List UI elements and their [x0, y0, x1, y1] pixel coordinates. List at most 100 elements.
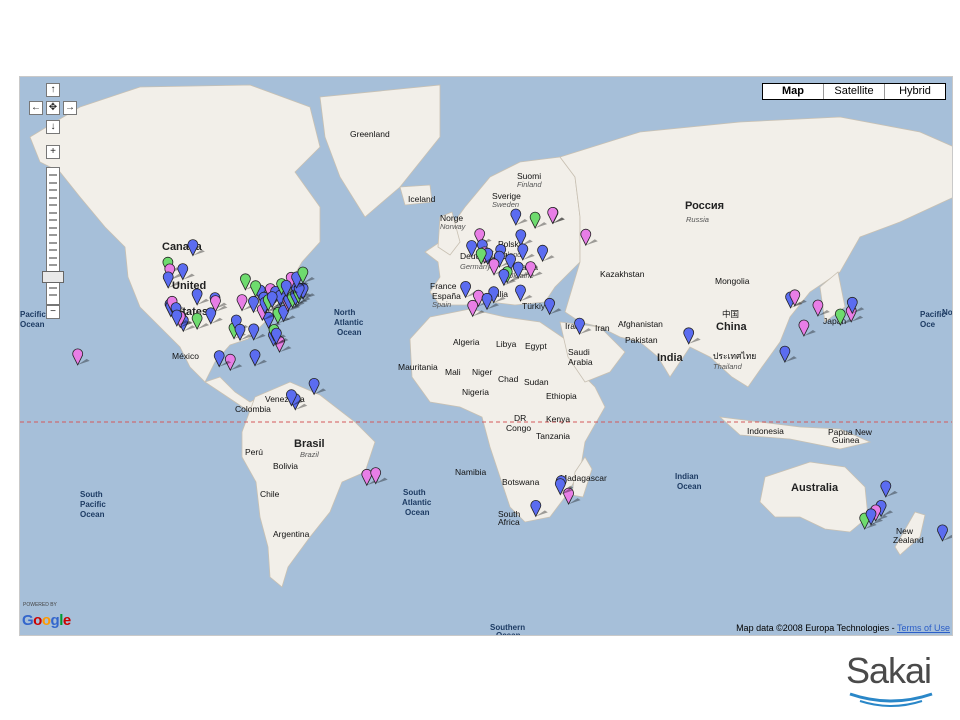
google-logo[interactable]: Google: [22, 612, 71, 629]
map-label: Sudan: [524, 377, 549, 387]
map-label: Botswana: [502, 477, 540, 487]
pan-up-button[interactable]: ↑: [46, 83, 60, 97]
map-label: Algeria: [453, 337, 480, 347]
location-marker-blue[interactable]: [544, 297, 562, 316]
map-label: Россия: [685, 200, 724, 212]
map-label: Kenya: [546, 414, 570, 424]
zoom-tick: [49, 219, 57, 221]
google-logo-letter: g: [50, 612, 60, 629]
zoom-tick: [49, 234, 57, 236]
map-type-map-button[interactable]: Map: [763, 84, 823, 99]
pan-center-button[interactable]: ✥: [46, 101, 60, 115]
map-type-hybrid-button[interactable]: Hybrid: [884, 84, 945, 99]
zoom-tick: [49, 226, 57, 229]
location-marker-pink[interactable]: [72, 348, 90, 366]
zoom-tick: [49, 249, 57, 251]
map-type-satellite-button[interactable]: Satellite: [823, 84, 884, 99]
map-label: Afghanistan: [618, 319, 663, 329]
pan-down-button[interactable]: ↓: [46, 120, 60, 134]
map-label: Atlantic: [334, 318, 364, 327]
map-label: Kazakhstan: [600, 269, 645, 279]
map-label: Ocean: [677, 482, 702, 491]
zoom-tick: [49, 174, 57, 176]
map-label: Saudi: [568, 347, 590, 357]
map-label: Norway: [440, 222, 467, 231]
map-copyright: Map data ©2008 Europa Technologies - Ter…: [736, 623, 950, 633]
zoom-tick: [49, 196, 57, 199]
map-label: Ocean: [405, 508, 430, 517]
map-label: Mali: [445, 367, 461, 377]
map-label: Argentina: [273, 529, 310, 539]
map-label: Nigeria: [462, 387, 489, 397]
map-label: DR: [514, 413, 526, 423]
map-label: Perú: [245, 447, 263, 457]
map-label: Mauritania: [398, 362, 438, 372]
map-label: Russia: [686, 215, 709, 224]
map-label: South: [80, 490, 103, 499]
map-label: Pacific: [20, 310, 46, 319]
map-canvas[interactable]: GreenlandIcelandCanadaUnitedStatesMéxico…: [20, 77, 953, 636]
location-marker-blue[interactable]: [937, 524, 954, 542]
map-label: Oce: [920, 320, 936, 329]
pan-right-button[interactable]: →: [63, 101, 77, 115]
map-label: Brasil: [294, 438, 325, 450]
sakai-logo-wave: [849, 692, 933, 707]
map-label: Egypt: [525, 341, 547, 351]
google-logo-letter: o: [33, 612, 42, 629]
map-label: Indian: [675, 472, 699, 481]
world-map[interactable]: Greenland Iceland Canada United States México…: [19, 76, 953, 636]
location-marker-blue[interactable]: [249, 349, 267, 367]
map-label: Australia: [791, 482, 839, 494]
zoom-in-button[interactable]: +: [46, 145, 60, 159]
zoom-slider-handle[interactable]: [42, 271, 64, 283]
powered-by-text: POWERED BY: [23, 602, 57, 608]
location-marker-blue[interactable]: [779, 345, 797, 363]
map-label: México: [172, 351, 199, 361]
terms-of-use-link[interactable]: Terms of Use: [897, 623, 950, 633]
map-label: Thailand: [713, 362, 743, 371]
zoom-tick: [49, 286, 57, 289]
map-label: South: [403, 488, 426, 497]
map-label: Ocean: [20, 320, 45, 329]
map-label: Brazil: [300, 450, 319, 459]
map-label: Libya: [496, 339, 517, 349]
zoom-tick: [49, 256, 57, 259]
map-label: Zealand: [893, 535, 924, 545]
google-logo-letter: o: [41, 612, 51, 629]
zoom-tick: [49, 181, 57, 184]
map-label: 中国: [722, 309, 739, 319]
zoom-slider-track[interactable]: [46, 167, 60, 305]
map-label: Madagascar: [560, 473, 607, 483]
location-marker-blue[interactable]: [248, 323, 266, 341]
map-label: Guinea: [832, 435, 860, 445]
map-label: Arabia: [568, 357, 593, 367]
location-marker-blue[interactable]: [880, 480, 898, 498]
zoom-out-button[interactable]: −: [46, 305, 60, 319]
map-label: Africa: [498, 517, 520, 527]
map-label: Chile: [260, 489, 280, 499]
location-marker-pink[interactable]: [798, 319, 816, 337]
map-label: Greenland: [350, 129, 390, 139]
sakai-logo: Sakai: [846, 650, 936, 710]
map-label: Bolivia: [273, 461, 298, 471]
pan-left-button[interactable]: ←: [29, 101, 43, 115]
land-australia: [759, 461, 869, 533]
map-label: ประเทศไทย: [713, 351, 756, 361]
map-label: Chad: [498, 374, 519, 384]
map-label: Congo: [506, 423, 531, 433]
zoom-tick: [49, 204, 57, 206]
map-label: Tanzania: [536, 431, 570, 441]
map-label: Pacific: [80, 500, 106, 509]
zoom-tick: [49, 294, 57, 296]
map-type-control: Map Satellite Hybrid: [762, 83, 946, 100]
copyright-text: Map data ©2008 Europa Technologies -: [736, 623, 897, 633]
map-label: Sweden: [492, 200, 519, 209]
map-label: Ocean: [496, 631, 521, 636]
map-label: Finland: [517, 180, 542, 189]
google-logo-letter: G: [22, 612, 34, 629]
zoom-tick: [49, 211, 57, 214]
landmass-layer: [29, 84, 952, 588]
map-label: China: [716, 321, 747, 333]
map-label: Spain: [432, 300, 451, 309]
map-label: Colombia: [235, 404, 271, 414]
